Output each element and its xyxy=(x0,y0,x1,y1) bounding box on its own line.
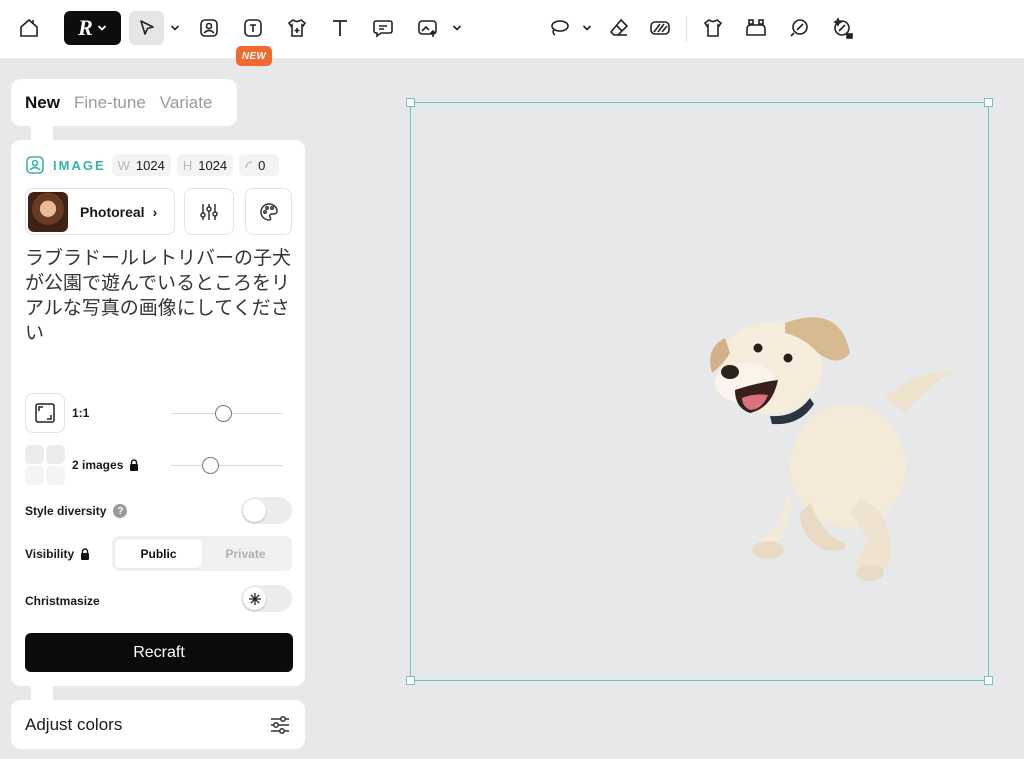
image-count-icon xyxy=(25,445,65,485)
resize-handle-bottom-right[interactable] xyxy=(984,676,993,685)
width-field[interactable]: W 1024 xyxy=(111,154,171,176)
pattern-icon[interactable] xyxy=(643,11,677,45)
rotation-value: 0 xyxy=(258,157,266,173)
app-menu-button[interactable]: R xyxy=(64,11,121,45)
upload-chevron-icon[interactable] xyxy=(450,11,464,45)
vectorize-icon[interactable] xyxy=(739,11,773,45)
snowflake-icon xyxy=(248,592,261,605)
recraft-button[interactable]: Recraft xyxy=(25,633,293,672)
toggle-knob xyxy=(243,499,266,522)
chevron-down-icon xyxy=(97,25,106,31)
eraser-icon[interactable] xyxy=(602,11,636,45)
cursor-icon xyxy=(139,20,154,35)
help-icon[interactable]: ? xyxy=(113,504,128,518)
text-tool-icon[interactable] xyxy=(323,11,357,45)
resize-handle-top-right[interactable] xyxy=(984,98,993,107)
magic-edit-icon[interactable] xyxy=(826,11,860,45)
rotation-field[interactable]: 0 xyxy=(239,154,280,176)
adjust-colors-label: Adjust colors xyxy=(25,714,123,734)
new-badge: NEW xyxy=(236,46,272,66)
rotation-icon xyxy=(245,161,253,169)
adjust-colors-panel[interactable]: Adjust colors xyxy=(11,700,305,749)
prompt-text[interactable]: ラブラドールレトリバーの子犬が公園で遊んでいるところをリアルな写真の画像にしてく… xyxy=(25,246,295,346)
visibility-label: Visibility xyxy=(25,547,75,561)
height-field[interactable]: H 1024 xyxy=(176,154,234,176)
toolbar-divider xyxy=(686,16,687,42)
home-icon[interactable] xyxy=(12,11,46,45)
image-count-slider-knob[interactable] xyxy=(201,457,219,474)
model-name: Photoreal xyxy=(80,203,145,220)
select-tool-button[interactable] xyxy=(129,11,164,45)
sliders-icon xyxy=(200,203,218,220)
top-toolbar: R NEW xyxy=(0,0,1024,66)
text-to-image-icon[interactable] xyxy=(236,11,270,45)
select-tool-chevron-icon[interactable] xyxy=(168,11,182,45)
adjust-sliders-icon[interactable] xyxy=(269,715,291,735)
lasso-chevron-icon[interactable] xyxy=(580,11,594,45)
image-count-label: 2 images xyxy=(72,458,124,472)
lasso-icon[interactable] xyxy=(544,11,574,45)
panel-connector xyxy=(31,686,53,700)
aspect-ratio-icon[interactable] xyxy=(25,393,65,433)
image-type-label: IMAGE xyxy=(53,157,106,173)
lock-icon xyxy=(130,459,139,471)
toggle-knob xyxy=(243,587,266,610)
upload-image-icon[interactable] xyxy=(411,11,445,45)
brush-icon[interactable] xyxy=(782,11,816,45)
generated-puppy-image[interactable] xyxy=(700,298,962,588)
image-settings-row: IMAGE W 1024 H 1024 0 xyxy=(25,154,280,176)
resize-handle-bottom-left[interactable] xyxy=(406,676,415,685)
width-value: 1024 xyxy=(135,157,165,173)
settings-sliders-button[interactable] xyxy=(184,188,234,235)
tab-new[interactable]: New xyxy=(25,93,60,113)
model-thumbnail xyxy=(28,191,68,232)
model-selector-button[interactable]: Photoreal › xyxy=(25,188,175,235)
height-value: 1024 xyxy=(198,157,228,173)
christmasize-label: Christmasize xyxy=(25,594,100,608)
shirt-icon[interactable] xyxy=(696,11,730,45)
visibility-segmented-control: Public Private xyxy=(112,536,292,571)
palette-button[interactable] xyxy=(245,188,292,235)
comment-icon[interactable] xyxy=(366,11,400,45)
style-diversity-toggle[interactable] xyxy=(241,497,292,524)
lock-icon xyxy=(81,548,90,560)
christmasize-toggle[interactable] xyxy=(241,585,292,612)
resize-handle-top-left[interactable] xyxy=(406,98,415,107)
chevron-right-icon: › xyxy=(152,203,158,220)
recraft-logo-icon: R xyxy=(78,15,93,40)
visibility-public-option[interactable]: Public xyxy=(115,539,202,568)
panel-connector xyxy=(31,126,53,140)
style-diversity-label: Style diversity xyxy=(25,504,107,518)
mockup-icon[interactable] xyxy=(280,11,314,45)
visibility-private-option[interactable]: Private xyxy=(202,539,289,568)
image-tool-icon[interactable] xyxy=(192,11,226,45)
image-count-slider[interactable] xyxy=(171,465,283,466)
tab-variate[interactable]: Variate xyxy=(160,93,213,113)
aspect-ratio-label: 1:1 xyxy=(72,406,90,420)
tab-fine-tune[interactable]: Fine-tune xyxy=(74,93,146,113)
image-icon xyxy=(26,156,44,174)
mode-tabs: New Fine-tune Variate xyxy=(11,79,237,126)
palette-icon xyxy=(259,202,278,221)
aspect-ratio-slider-knob[interactable] xyxy=(215,405,233,422)
generation-panel: IMAGE W 1024 H 1024 0 Photoreal › ラブラドール… xyxy=(11,140,305,686)
